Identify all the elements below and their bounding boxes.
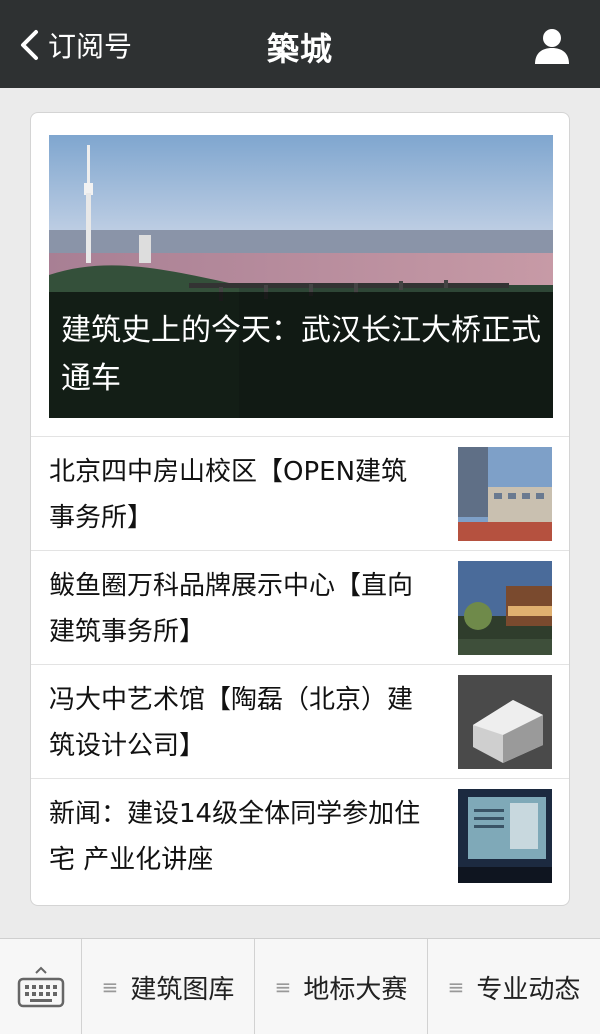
article-thumbnail bbox=[458, 447, 552, 541]
profile-button[interactable] bbox=[532, 26, 572, 66]
bottom-menu: ≡ 建筑图库 ≡ 地标大赛 ≡ 专业动态 bbox=[0, 938, 600, 1034]
menu-tab-landmark-contest[interactable]: ≡ 地标大赛 bbox=[255, 939, 428, 1034]
keyboard-toggle-button[interactable] bbox=[0, 939, 82, 1034]
article-title: 冯大中艺术馆【陶磊（北京）建筑设计公司】 bbox=[49, 685, 414, 761]
article-item[interactable]: 北京四中房山校区【OPEN建筑事务所】 bbox=[31, 436, 569, 550]
article-card: 建筑史上的今天：武汉长江大桥正式通车 北京四中房山校区【OPEN建筑事务所】 鲅… bbox=[30, 112, 570, 906]
user-icon bbox=[535, 29, 569, 64]
featured-article[interactable]: 建筑史上的今天：武汉长江大桥正式通车 bbox=[49, 135, 553, 418]
menu-tab-professional-news[interactable]: ≡ 专业动态 bbox=[428, 939, 600, 1034]
article-item[interactable]: 冯大中艺术馆【陶磊（北京）建筑设计公司】 bbox=[31, 664, 569, 778]
menu-lines-icon: ≡ bbox=[447, 975, 465, 999]
menu-lines-icon: ≡ bbox=[101, 975, 119, 999]
menu-lines-icon: ≡ bbox=[274, 975, 292, 999]
keyboard-icon bbox=[17, 966, 64, 1008]
top-bar: 订阅号 築城 bbox=[0, 0, 600, 88]
article-title: 新闻：建设14级全体同学参加住宅 产业化讲座 bbox=[49, 799, 421, 875]
article-item[interactable]: 鲅鱼圈万科品牌展示中心【直向建筑事务所】 bbox=[31, 550, 569, 664]
article-thumbnail bbox=[458, 675, 552, 769]
menu-tab-label: 建筑图库 bbox=[130, 974, 235, 1005]
article-title: 鲅鱼圈万科品牌展示中心【直向建筑事务所】 bbox=[49, 571, 414, 647]
page-title: 築城 bbox=[266, 30, 333, 68]
article-thumbnail bbox=[458, 789, 552, 883]
featured-title: 建筑史上的今天：武汉长江大桥正式通车 bbox=[49, 292, 553, 418]
article-item[interactable]: 新闻：建设14级全体同学参加住宅 产业化讲座 bbox=[31, 778, 569, 892]
article-thumbnail bbox=[458, 561, 552, 655]
article-title: 北京四中房山校区【OPEN建筑事务所】 bbox=[49, 457, 408, 533]
menu-tab-label: 专业动态 bbox=[476, 974, 581, 1005]
menu-tab-architecture-gallery[interactable]: ≡ 建筑图库 bbox=[82, 939, 255, 1034]
menu-tab-label: 地标大赛 bbox=[303, 974, 408, 1005]
